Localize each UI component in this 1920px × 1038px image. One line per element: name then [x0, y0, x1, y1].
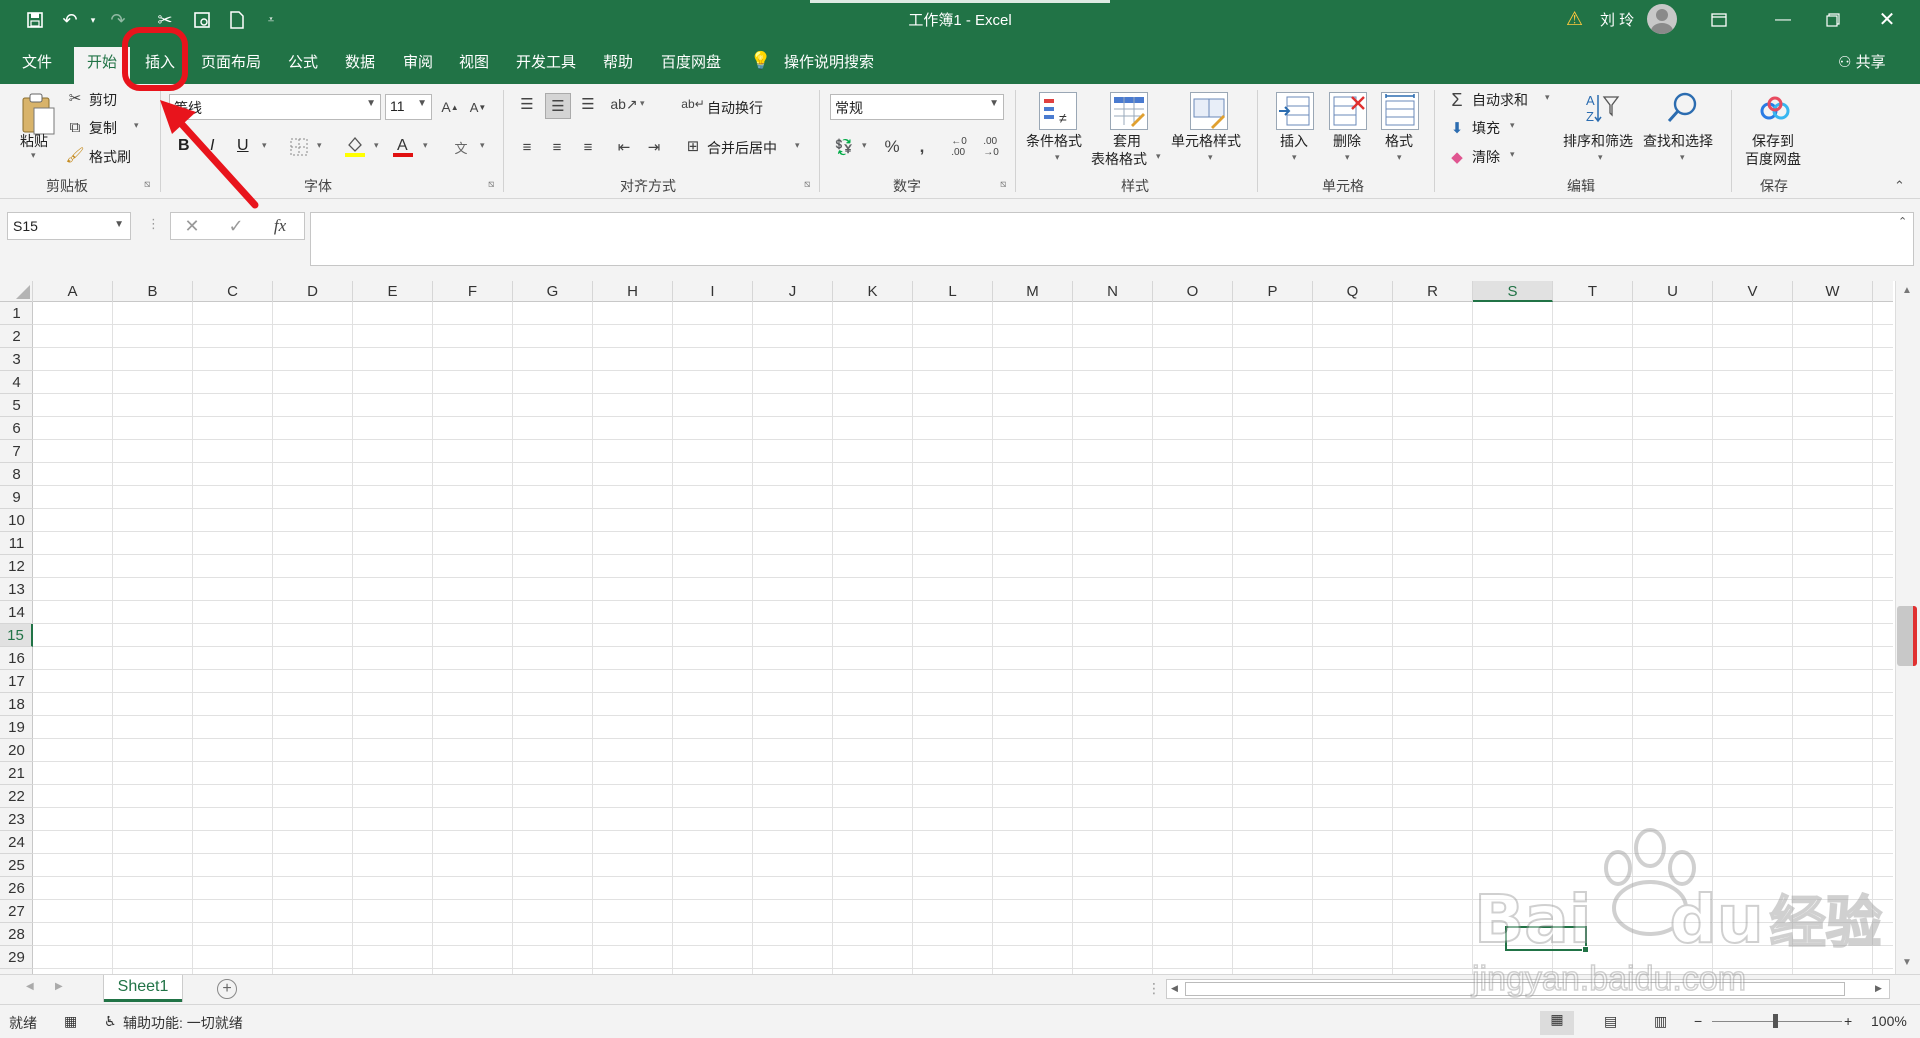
- watermark-brand: Bai du 经验: [1473, 878, 1883, 959]
- watermark-brand-1: Bai: [1473, 880, 1592, 959]
- baidu-jingyan-watermark: Bai du 经验 jingyan.baidu.com: [1470, 820, 1883, 1000]
- watermark-url: jingyan.baidu.com: [1471, 959, 1747, 999]
- watermark-brand-2: du: [1668, 880, 1764, 959]
- watermark-cn: 经验: [1769, 890, 1883, 957]
